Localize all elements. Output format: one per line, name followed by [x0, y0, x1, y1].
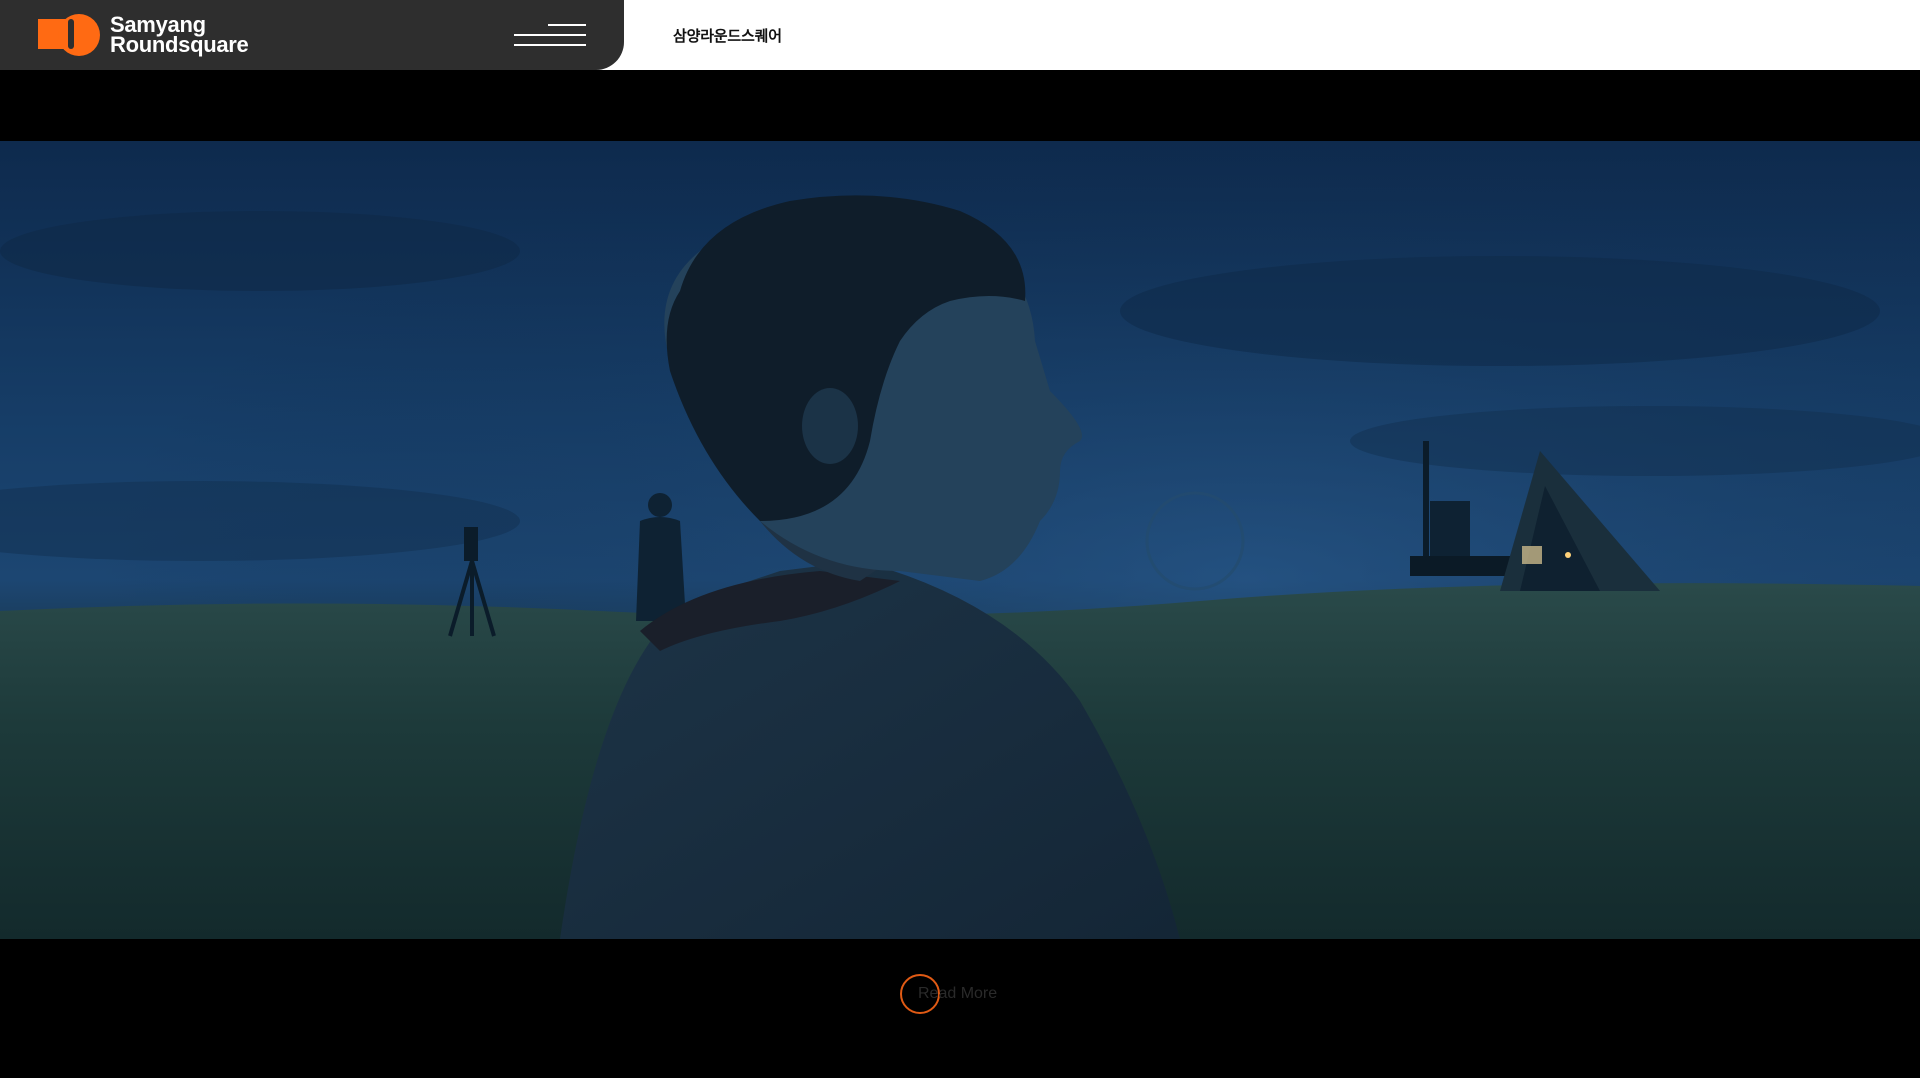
hero-video-frame	[0, 141, 1920, 939]
read-more-label: Read More	[918, 985, 998, 1002]
hamburger-menu-icon[interactable]	[512, 22, 588, 50]
logo-wordmark: Samyang Roundsquare	[110, 14, 249, 57]
logo-line-2: Roundsquare	[110, 32, 249, 57]
brand-korean-name: 삼양라운드스퀘어	[673, 28, 782, 45]
site-header: Samyang Roundsquare 삼양라운드스퀘어	[0, 0, 1920, 70]
samyang-logo[interactable]: Samyang Roundsquare	[38, 12, 249, 58]
hero-video[interactable]	[0, 141, 1920, 939]
header-brand-panel: Samyang Roundsquare	[0, 0, 624, 70]
read-more-button[interactable]: Read More	[900, 974, 997, 1014]
page: Samyang Roundsquare 삼양라운드스퀘어 Read More	[0, 0, 1920, 1080]
logo-mark-icon	[38, 13, 102, 57]
